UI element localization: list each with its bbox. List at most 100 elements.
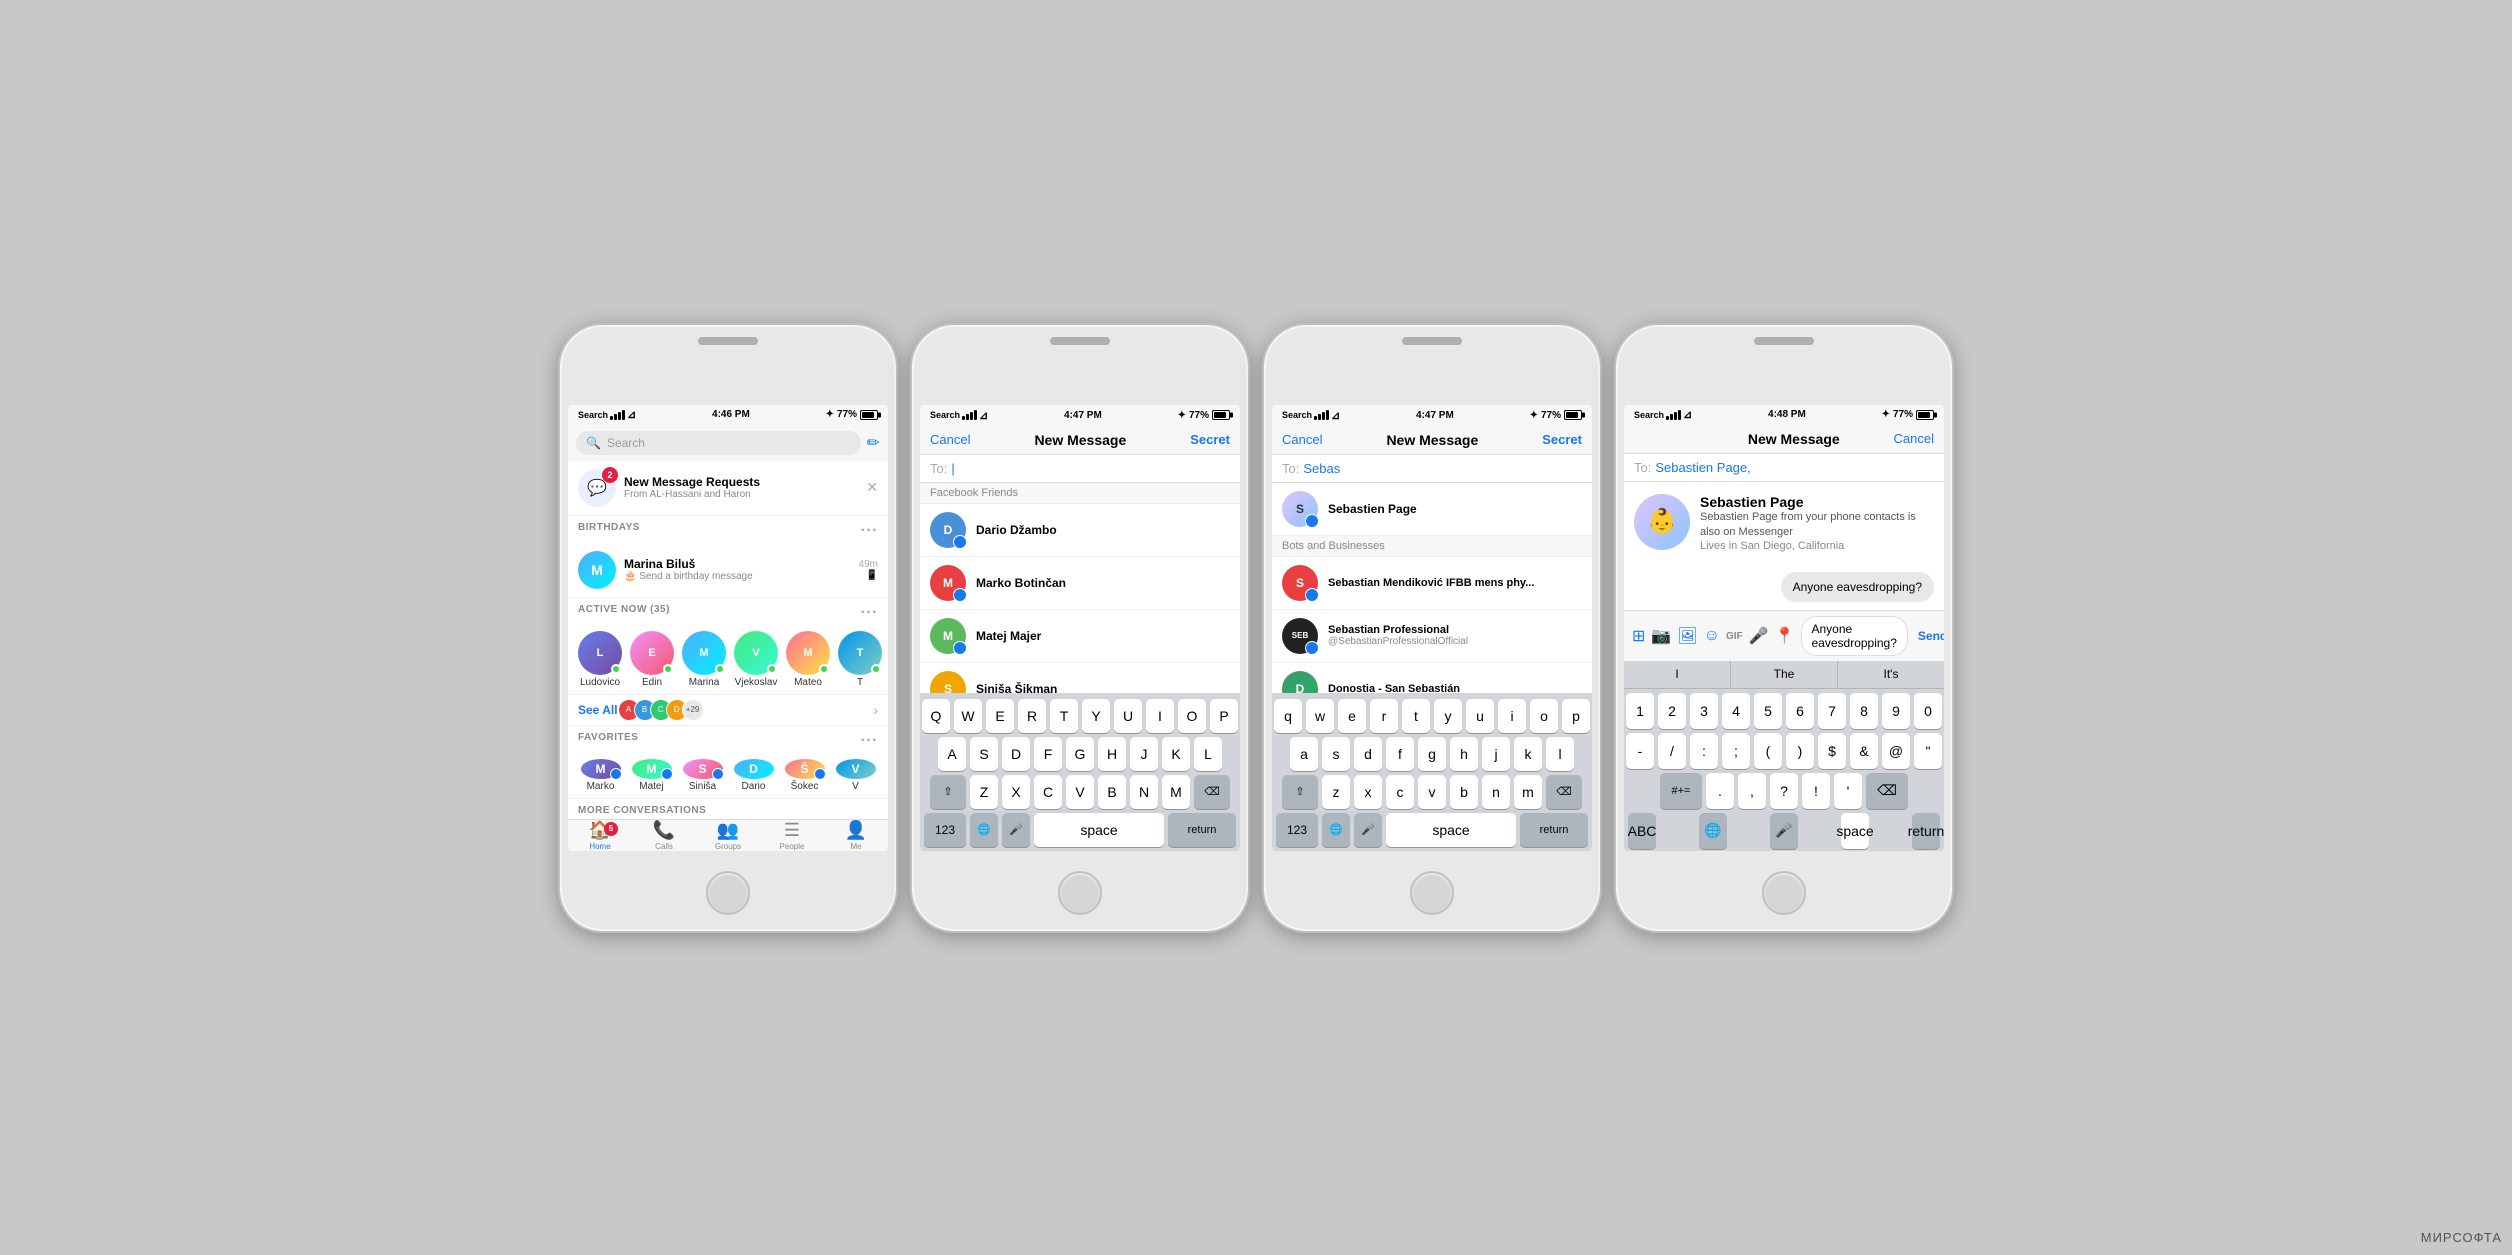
key3-d[interactable]: d [1354,737,1382,771]
key-i[interactable]: I [1146,699,1174,733]
key-q[interactable]: Q [922,699,950,733]
key3-j[interactable]: j [1482,737,1510,771]
key3-globe[interactable]: 🌐 [1322,813,1350,847]
key-t[interactable]: T [1050,699,1078,733]
key3-o[interactable]: o [1530,699,1558,733]
num-dollar[interactable]: $ [1818,733,1846,769]
location-icon[interactable]: 📍 [1775,626,1795,646]
cancel-btn-3[interactable]: Cancel [1282,432,1322,447]
see-all-btn[interactable]: See All [578,703,618,717]
to-field-4[interactable]: To: Sebastien Page, [1624,454,1944,482]
fav-5[interactable]: Š Šokec [782,759,827,792]
key3-g[interactable]: g [1418,737,1446,771]
key3-n[interactable]: n [1482,775,1510,809]
nav-home[interactable]: 🏠 5 Home [568,820,632,851]
active-user-5[interactable]: M Mateo [786,631,830,688]
key3-a[interactable]: a [1290,737,1318,771]
key3-p[interactable]: p [1562,699,1590,733]
num-9[interactable]: 9 [1882,693,1910,729]
key-o[interactable]: O [1178,699,1206,733]
home-button-4[interactable] [1762,871,1806,915]
message-text-input[interactable]: Anyone eavesdropping? [1801,616,1908,656]
num-qmark[interactable]: ? [1770,773,1798,809]
key3-z[interactable]: z [1322,775,1350,809]
key-v[interactable]: V [1066,775,1094,809]
key-c[interactable]: C [1034,775,1062,809]
key3-u[interactable]: u [1466,699,1494,733]
num-period[interactable]: . [1706,773,1734,809]
key3-b[interactable]: b [1450,775,1478,809]
key3-s[interactable]: s [1322,737,1350,771]
num-quote[interactable]: " [1914,733,1942,769]
key-a[interactable]: A [938,737,966,771]
contact-row-1[interactable]: D Dario Džambo [920,504,1240,557]
compose-btn-1[interactable]: ✏ [867,433,880,453]
to-field-3[interactable]: To: Sebas [1272,455,1592,483]
secret-btn-3[interactable]: Secret [1542,432,1582,447]
key-delete[interactable]: ⌫ [1194,775,1230,809]
num-excl[interactable]: ! [1802,773,1830,809]
num-semi[interactable]: ; [1722,733,1750,769]
nav-groups[interactable]: 👥 Groups [696,820,760,851]
active-user-2[interactable]: E Edin [630,631,674,688]
key-e[interactable]: E [986,699,1014,733]
message-request-banner[interactable]: 💬 2 New Message Requests From AL-Hassani… [568,461,888,516]
key3-f[interactable]: f [1386,737,1414,771]
apps-icon[interactable]: ⊞ [1632,626,1645,646]
photo-icon[interactable]: 🖼 [1677,626,1697,646]
key3-v[interactable]: v [1418,775,1446,809]
contact-row-2[interactable]: M Marko Botinčan [920,557,1240,610]
key3-mic[interactable]: 🎤 [1354,813,1382,847]
key-n[interactable]: N [1130,775,1158,809]
num-5[interactable]: 5 [1754,693,1782,729]
key-return[interactable]: return [1168,813,1236,847]
key3-k[interactable]: k [1514,737,1542,771]
birthday-row[interactable]: M Marina Biluš 🎂 Send a birthday message… [568,543,888,598]
bot-row-1[interactable]: S Sebastian Mendiković IFBB mens phy... [1272,557,1592,610]
key4-mic[interactable]: 🎤 [1770,813,1798,849]
num-7[interactable]: 7 [1818,693,1846,729]
num-amp[interactable]: & [1850,733,1878,769]
suggestion-1[interactable]: I [1624,661,1731,687]
secret-btn-2[interactable]: Secret [1190,432,1230,447]
cancel-btn-2[interactable]: Cancel [930,432,970,447]
key-b[interactable]: B [1098,775,1126,809]
active-user-6[interactable]: T T [838,631,882,688]
fav-6[interactable]: V V [833,759,878,792]
active-user-4[interactable]: V Vjekoslav [734,631,778,688]
num-del[interactable]: ⌫ [1866,773,1908,809]
key-l[interactable]: L [1194,737,1222,771]
cancel-btn-4[interactable]: Cancel [1894,431,1934,446]
key-f[interactable]: F [1034,737,1062,771]
key3-e[interactable]: e [1338,699,1366,733]
key3-l[interactable]: l [1546,737,1574,771]
num-apos[interactable]: ' [1834,773,1862,809]
num-1[interactable]: 1 [1626,693,1654,729]
num-2[interactable]: 2 [1658,693,1686,729]
key-123[interactable]: 123 [924,813,966,847]
home-button-2[interactable] [1058,871,1102,915]
num-rparen[interactable]: ) [1786,733,1814,769]
suggestion-3[interactable]: It's [1838,661,1944,687]
bot-row-3[interactable]: D Donostia - San Sebastián [1272,663,1592,693]
key-y[interactable]: Y [1082,699,1110,733]
key-shift[interactable]: ⇧ [930,775,966,809]
key3-t[interactable]: t [1402,699,1430,733]
fav-4[interactable]: D Dario [731,759,776,792]
contact-row-4[interactable]: S Siniša Šikman [920,663,1240,693]
mic-icon[interactable]: 🎤 [1749,626,1769,646]
key4-space[interactable]: space [1841,813,1869,849]
key3-q[interactable]: q [1274,699,1302,733]
key-s[interactable]: S [970,737,998,771]
bot-row-2[interactable]: SEB Sebastian Professional @SebastianPro… [1272,610,1592,663]
key3-c[interactable]: c [1386,775,1414,809]
profile-card[interactable]: 👶 Sebastien Page Sebastien Page from you… [1624,482,1944,565]
suggestion-2[interactable]: The [1731,661,1838,687]
search-input-1[interactable]: 🔍 Search [576,431,861,455]
num-dash[interactable]: - [1626,733,1654,769]
num-comma[interactable]: , [1738,773,1766,809]
key-g[interactable]: G [1066,737,1094,771]
fav-3[interactable]: S Siniša [680,759,725,792]
key-globe[interactable]: 🌐 [970,813,998,847]
to-field-2[interactable]: To: | [920,455,1240,483]
